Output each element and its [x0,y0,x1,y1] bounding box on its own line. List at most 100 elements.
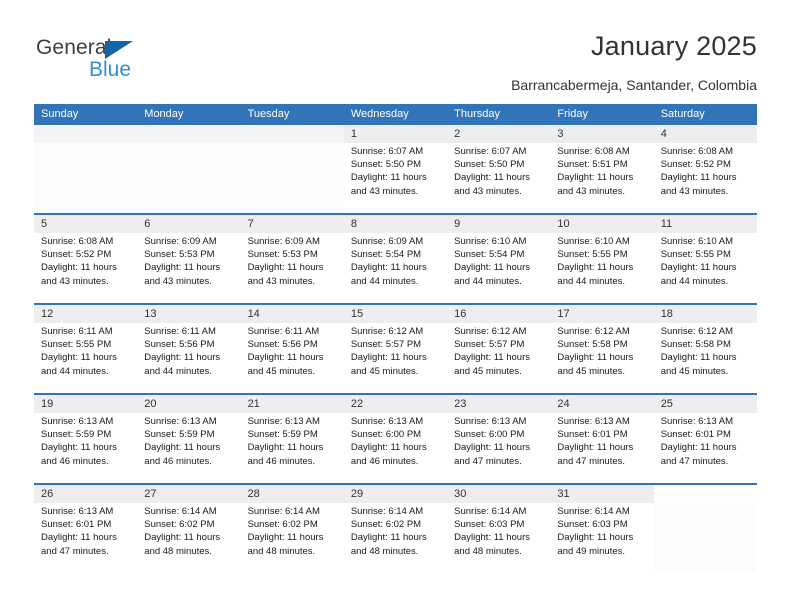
calendar-weeks: 1 2 3 4 Sunrise: 6:07 AM Sunset: 5:50 PM Dayli… [34,125,757,573]
day-cell[interactable]: Sunrise: 6:08 AM Sunset: 5:52 PM Daylight:… [653,143,757,213]
day-cell[interactable]: Sunrise: 6:13 AM Sunset: 5:59 PM Daylight:… [240,413,344,483]
sunset-text: Sunset: 5:53 PM [247,249,318,261]
sunrise-text: Sunrise: 6:12 AM [454,326,527,337]
day-number[interactable]: 16 [447,305,551,323]
daylight-text: Daylight: 11 hours and 46 minutes. [41,442,117,467]
week-day-numbers: 1234 [34,125,757,143]
day-number[interactable]: 31 [550,485,654,503]
daylight-text: Daylight: 11 hours and 43 minutes. [660,172,737,197]
day-number[interactable]: 22 [343,395,448,413]
calendar-week-row: 12 13 14 15 16 17 18 Sunrise: 6:11 AM Sunset: 5:… [34,303,757,393]
calendar-week-row: 1 2 3 4 Sunrise: 6:07 AM Sunset: 5:50 PM Dayli… [34,125,757,213]
day-number[interactable]: 27 [137,485,241,503]
page-header: General Blue January 2025 Barrancabermej… [0,0,792,100]
sunrise-text: Sunrise: 6:08 AM [557,146,630,157]
day-number[interactable]: 15 [343,305,448,323]
day-cell[interactable]: Sunrise: 6:13 AM Sunset: 6:01 PM Daylight:… [34,503,138,573]
day-number[interactable]: 7 [240,215,344,233]
sunset-text: Sunset: 5:56 PM [247,339,318,351]
day-cell[interactable]: Sunrise: 6:09 AM Sunset: 5:53 PM Daylight:… [240,233,344,303]
day-cell[interactable]: Sunrise: 6:11 AM Sunset: 5:56 PM Daylight:… [137,323,241,393]
day-cell[interactable]: Sunrise: 6:07 AM Sunset: 5:50 PM Daylight:… [343,143,448,213]
day-number[interactable]: 23 [447,395,551,413]
day-cell[interactable]: Sunrise: 6:11 AM Sunset: 5:56 PM Daylight:… [240,323,344,393]
day-cell[interactable]: Sunrise: 6:13 AM Sunset: 6:01 PM Daylight:… [550,413,654,483]
day-number[interactable]: 9 [447,215,551,233]
day-cell[interactable]: Sunrise: 6:13 AM Sunset: 6:01 PM Daylight:… [653,413,757,483]
day-number[interactable]: 30 [447,485,551,503]
sunrise-text: Sunrise: 6:09 AM [144,236,217,247]
day-cell[interactable]: Sunrise: 6:10 AM Sunset: 5:55 PM Daylight:… [550,233,654,303]
daylight-text: Daylight: 11 hours and 43 minutes. [557,172,634,197]
daylight-text: Daylight: 11 hours and 46 minutes. [247,442,324,467]
sunrise-text: Sunrise: 6:11 AM [144,326,216,337]
day-number[interactable]: 11 [653,215,757,233]
day-cell[interactable]: Sunrise: 6:14 AM Sunset: 6:03 PM Daylight:… [550,503,654,573]
day-number[interactable]: 12 [34,305,138,323]
sunset-text: Sunset: 5:57 PM [350,339,422,351]
day-cell[interactable]: Sunrise: 6:09 AM Sunset: 5:54 PM Daylight:… [343,233,448,303]
day-cell[interactable]: Sunrise: 6:08 AM Sunset: 5:51 PM Daylight:… [550,143,654,213]
logo-text-general: General [36,36,112,59]
sunrise-text: Sunrise: 6:12 AM [557,326,630,337]
day-number[interactable]: 28 [240,485,344,503]
day-number[interactable]: 29 [343,485,448,503]
day-cell[interactable]: Sunrise: 6:13 AM Sunset: 5:59 PM Daylight:… [34,413,138,483]
sunset-text: Sunset: 6:02 PM [350,519,422,531]
sunrise-text: Sunrise: 6:12 AM [350,326,424,337]
logo-text-blue: Blue [89,58,132,81]
day-cell[interactable]: Sunrise: 6:11 AM Sunset: 5:55 PM Daylight:… [34,323,138,393]
day-cell[interactable]: Sunrise: 6:12 AM Sunset: 5:58 PM Daylight:… [550,323,654,393]
day-number[interactable]: 25 [653,395,757,413]
day-cell[interactable]: Sunrise: 6:13 AM Sunset: 5:59 PM Daylight:… [137,413,241,483]
sunrise-text: Sunrise: 6:08 AM [660,146,734,157]
day-cell[interactable]: Sunrise: 6:14 AM Sunset: 6:02 PM Daylight:… [343,503,448,573]
daylight-text: Daylight: 11 hours and 44 minutes. [454,262,530,287]
day-cell[interactable]: Sunrise: 6:13 AM Sunset: 6:00 PM Daylight:… [343,413,448,483]
day-number[interactable]: 5 [34,215,138,233]
day-cell[interactable]: Sunrise: 6:14 AM Sunset: 6:03 PM Daylight:… [447,503,551,573]
day-number[interactable]: 8 [343,215,448,233]
day-number[interactable]: 2 [447,125,551,143]
sunset-text: Sunset: 5:58 PM [557,339,628,351]
day-cell[interactable]: Sunrise: 6:12 AM Sunset: 5:58 PM Daylight:… [653,323,757,393]
day-number[interactable]: 21 [240,395,344,413]
day-number[interactable]: 3 [550,125,654,143]
day-cell[interactable]: Sunrise: 6:12 AM Sunset: 5:57 PM Daylight:… [447,323,551,393]
sunrise-text: Sunrise: 6:13 AM [350,416,424,427]
day-cell[interactable]: Sunrise: 6:14 AM Sunset: 6:02 PM Daylight:… [137,503,241,573]
day-cell[interactable]: Sunrise: 6:07 AM Sunset: 5:50 PM Daylight:… [447,143,551,213]
day-number[interactable]: 13 [137,305,241,323]
daylight-text: Daylight: 11 hours and 45 minutes. [454,352,530,377]
daylight-text: Daylight: 11 hours and 43 minutes. [41,262,117,287]
general-blue-logo[interactable]: General Blue [36,36,236,82]
day-cell[interactable]: Sunrise: 6:13 AM Sunset: 6:00 PM Daylight:… [447,413,551,483]
daylight-text: Daylight: 11 hours and 44 minutes. [660,262,737,287]
day-cell[interactable]: Sunrise: 6:14 AM Sunset: 6:02 PM Daylight:… [240,503,344,573]
week-day-details: Sunrise: 6:11 AM Sunset: 5:55 PM Daylight:… [34,323,757,393]
day-cell[interactable]: Sunrise: 6:10 AM Sunset: 5:54 PM Daylight:… [447,233,551,303]
sunset-text: Sunset: 5:59 PM [247,429,318,441]
weekday-header-sunday: Sunday [41,108,79,120]
day-number[interactable]: 10 [550,215,654,233]
day-number[interactable]: 6 [137,215,241,233]
day-cell[interactable]: Sunrise: 6:09 AM Sunset: 5:53 PM Daylight:… [137,233,241,303]
sunset-text: Sunset: 5:57 PM [454,339,525,351]
day-number[interactable]: 4 [653,125,757,143]
day-number[interactable]: 24 [550,395,654,413]
day-cell[interactable]: Sunrise: 6:10 AM Sunset: 5:55 PM Daylight:… [653,233,757,303]
day-number[interactable]: 1 [343,125,448,143]
daylight-text: Daylight: 11 hours and 45 minutes. [247,352,324,377]
day-number[interactable]: 19 [34,395,138,413]
day-number[interactable]: 14 [240,305,344,323]
weekday-header-row: Sunday Monday Tuesday Wednesday Thursday Frid… [34,104,757,125]
day-number[interactable]: 20 [137,395,241,413]
day-number[interactable]: 18 [653,305,757,323]
sunset-text: Sunset: 5:59 PM [144,429,215,441]
sunrise-text: Sunrise: 6:14 AM [144,506,217,517]
daylight-text: Daylight: 11 hours and 45 minutes. [350,352,427,377]
day-cell[interactable]: Sunrise: 6:08 AM Sunset: 5:52 PM Daylight:… [34,233,138,303]
day-cell[interactable]: Sunrise: 6:12 AM Sunset: 5:57 PM Daylight:… [343,323,448,393]
day-number[interactable]: 17 [550,305,654,323]
day-number[interactable]: 26 [34,485,138,503]
